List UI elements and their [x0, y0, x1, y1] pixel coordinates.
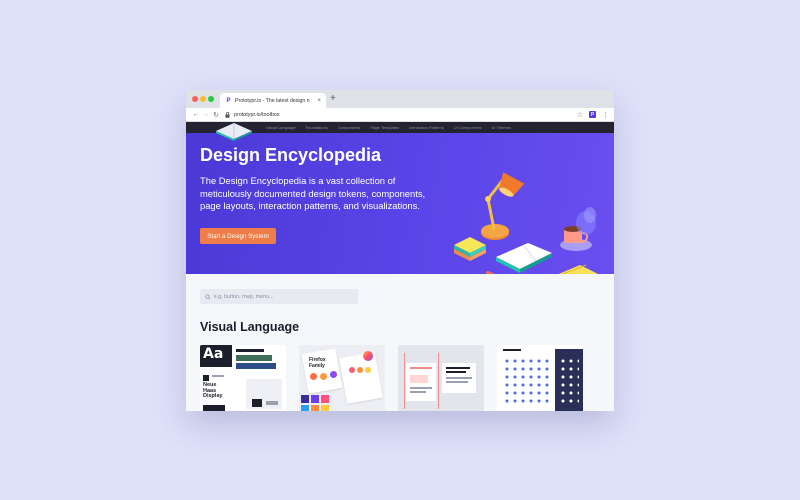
open-book-icon [496, 243, 552, 273]
card-color-system[interactable]: Firefox Family [299, 345, 385, 411]
browser-menu-icon[interactable]: ⋮ [602, 111, 609, 119]
browser-tab-active[interactable]: P Prototypr.io - The latest design n × [220, 93, 326, 108]
card-grid: Aa Neue Haas Display Firefox Family [200, 345, 583, 411]
nav-item[interactable]: Foundations [306, 125, 328, 130]
font-name-3: Display [203, 393, 223, 399]
hero-banner: Design Encyclopedia The Design Encyclope… [186, 123, 614, 301]
card-layout-grid[interactable] [398, 345, 484, 411]
tab-title: Prototypr.io - The latest design n [235, 97, 310, 104]
back-icon[interactable]: ← [191, 111, 201, 118]
search-input[interactable] [213, 293, 353, 300]
new-tab-button[interactable]: + [330, 93, 336, 105]
search-icon [205, 294, 211, 300]
browser-tab-bar: P Prototypr.io - The latest design n × + [186, 90, 614, 108]
prototypr-favicon-icon: P [226, 97, 231, 104]
bookmark-star-icon[interactable]: ☆ [577, 111, 583, 119]
start-design-system-button[interactable]: Start a Design System [200, 228, 276, 244]
card-typography[interactable]: Aa Neue Haas Display [200, 345, 286, 411]
type-specimen-label: Aa [203, 346, 224, 362]
maximize-window-button[interactable] [208, 96, 214, 102]
close-window-button[interactable] [192, 96, 198, 102]
family-label: Family [309, 363, 325, 369]
steam-icon [576, 207, 596, 235]
section-title: Visual Language [200, 320, 300, 334]
search-box[interactable] [200, 289, 358, 304]
lock-icon [225, 111, 231, 118]
hero-title: Design Encyclopedia [200, 145, 382, 165]
nav-item[interactable]: UI Components [454, 125, 482, 130]
reload-icon[interactable]: ↻ [211, 111, 221, 119]
book-logo-icon[interactable] [214, 119, 254, 141]
nav-item[interactable]: Page Templates [370, 125, 399, 130]
url-text: prototypr.io/toolbox [234, 111, 280, 118]
card-icon-set[interactable] [497, 345, 583, 411]
browser-window: P Prototypr.io - The latest design n × +… [186, 90, 614, 411]
desk-lamp-icon [481, 172, 525, 240]
hero-description: The Design Encyclopedia is a vast collec… [200, 175, 426, 212]
sticky-notes-icon [454, 237, 486, 261]
prototypr-extension-icon[interactable]: P [589, 111, 596, 118]
minimize-window-button[interactable] [200, 96, 206, 102]
nav-item[interactable]: Ui Themes [492, 125, 511, 130]
forward-icon[interactable]: → [201, 111, 211, 118]
nav-item[interactable]: Components [338, 125, 361, 130]
tab-close-icon[interactable]: × [317, 98, 321, 104]
nav-item[interactable]: Interaction Patterns [409, 125, 444, 130]
nav-item[interactable]: Visual Language [266, 125, 296, 130]
main-content: Visual Language Aa Neue Haas Display [186, 274, 614, 411]
address-bar[interactable]: prototypr.io/toolbox [225, 110, 571, 120]
